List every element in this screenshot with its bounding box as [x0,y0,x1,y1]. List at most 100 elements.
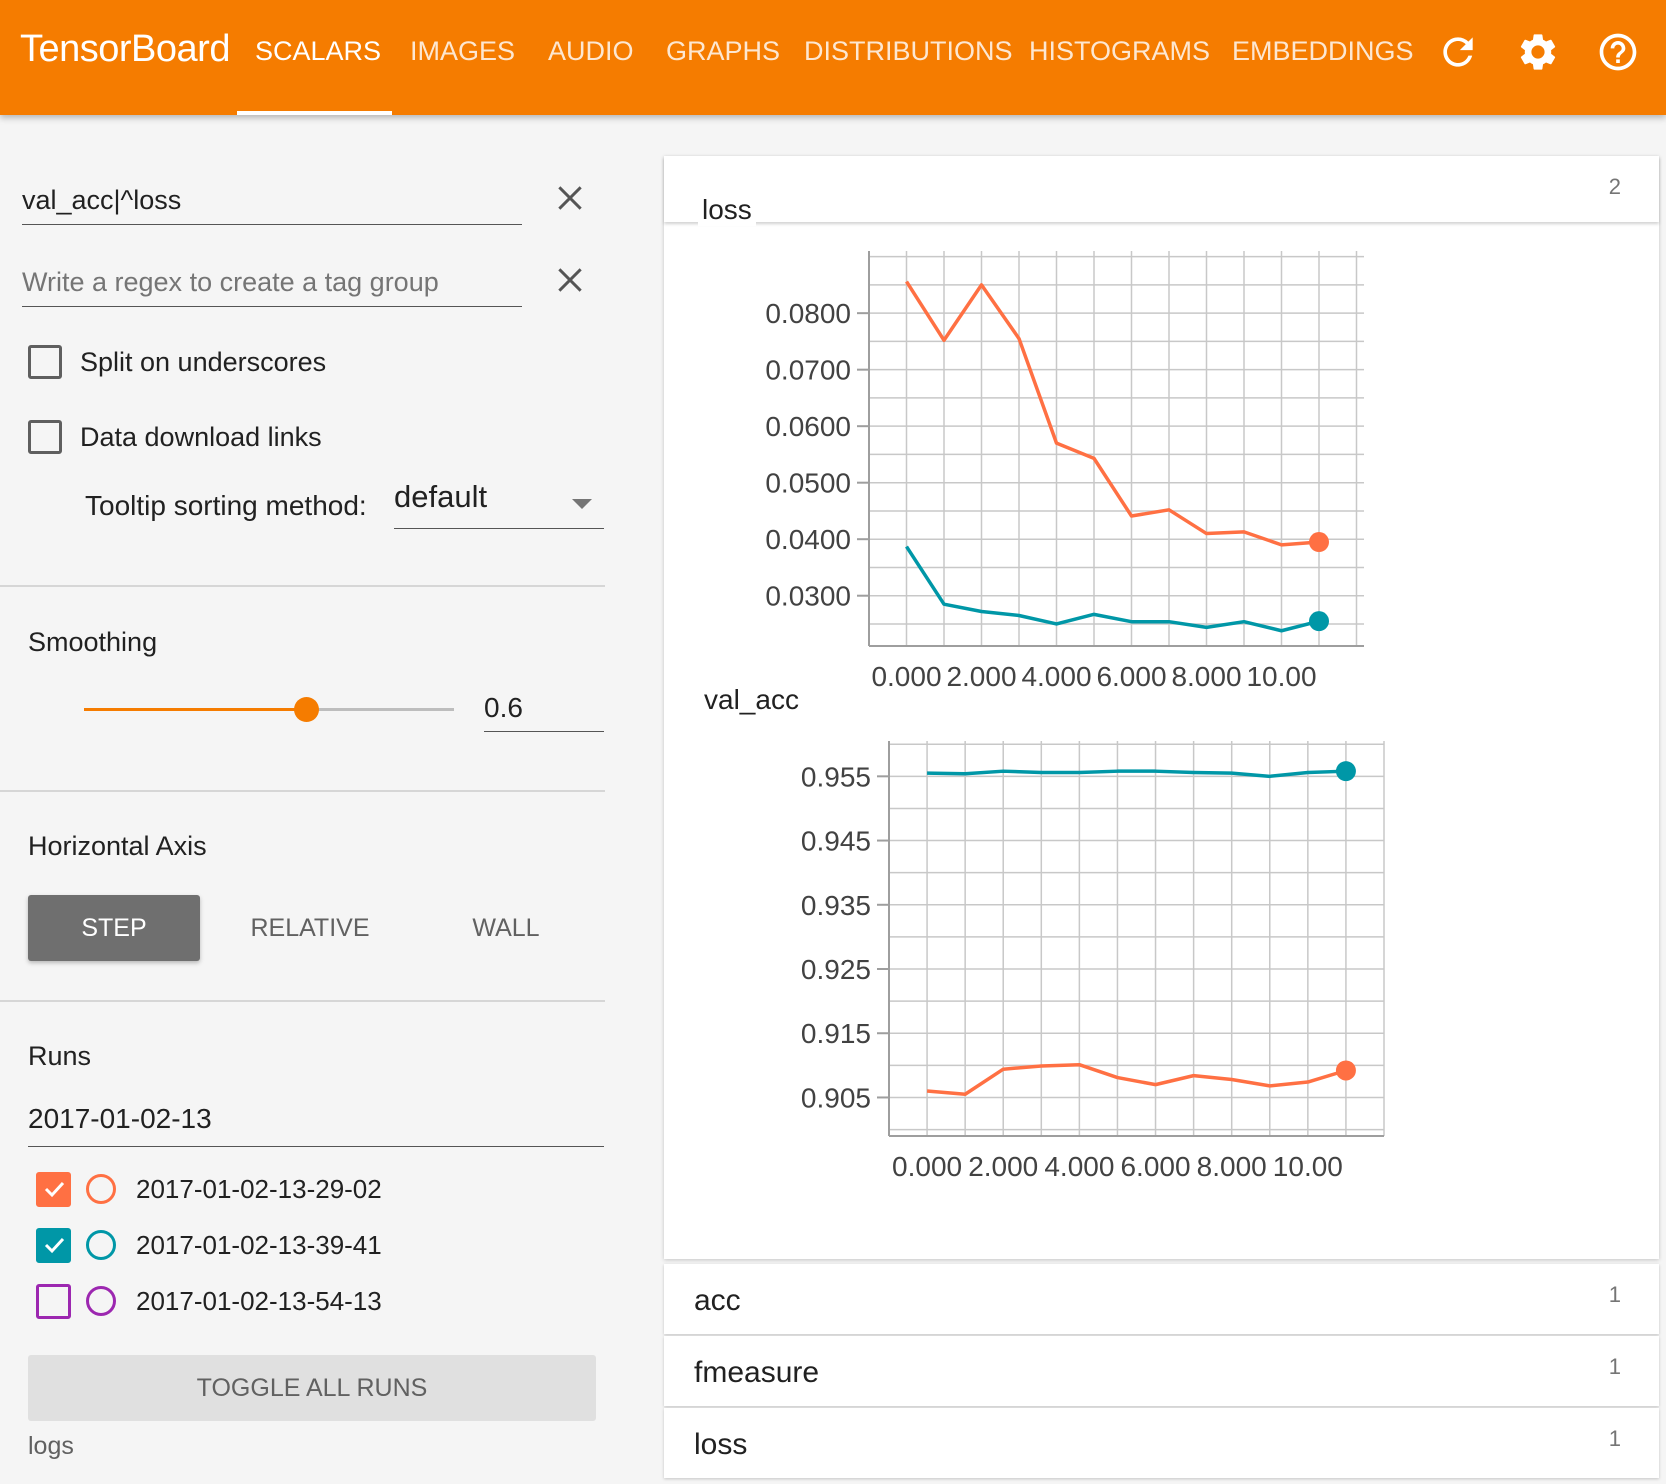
active-tab-indicator [237,111,392,115]
x-tick-label: 10.00 [1246,661,1316,692]
smoothing-value-field[interactable]: 0.6 [484,680,604,732]
y-tick-label: 0.925 [801,954,871,985]
divider [0,1000,605,1002]
tag-group-input[interactable] [22,267,502,298]
tag-group-count: 1 [1608,1282,1621,1307]
runs-filter-value: 2017-01-02-13 [28,1103,212,1134]
tag-group-count: 2 [1608,174,1621,199]
y-tick-label: 0.0600 [765,411,851,442]
axis-relative-button[interactable]: RELATIVE [224,895,396,961]
split-underscores-label: Split on underscores [80,346,327,377]
axis-wall-button[interactable]: WALL [420,895,592,961]
y-tick-label: 0.0300 [765,581,851,612]
tab-images[interactable]: IMAGES [410,36,515,67]
run-checkbox-checked-icon[interactable] [36,1227,71,1263]
tab-distributions[interactable]: DISTRIBUTIONS [804,36,1013,67]
run-label: 2017-01-02-13-39-41 [136,1229,382,1260]
tag-group-header[interactable]: 2 [664,156,1659,222]
smoothing-slider-knob[interactable] [294,697,319,722]
x-tick-label: 2.000 [968,1151,1038,1182]
series-line [905,280,1320,547]
tab-scalars[interactable]: SCALARS [255,36,381,67]
download-links-label: Data download links [80,421,322,452]
series-endpoint [1335,761,1356,782]
dropdown-arrow-icon [572,499,592,509]
run-item[interactable]: 2017-01-02-13-29-02 [36,1169,382,1209]
y-tick-label: 0.0400 [765,524,851,555]
run-item[interactable]: 2017-01-02-13-54-13 [36,1281,382,1321]
smoothing-slider[interactable] [84,697,454,722]
run-color-circle-icon [86,1174,116,1204]
divider [0,585,605,587]
x-tick-label: 6.000 [1096,661,1166,692]
clear-tag-group-icon[interactable] [554,264,586,296]
run-checkbox-icon[interactable] [36,1283,71,1319]
axis-step-button[interactable]: STEP [28,895,200,961]
logdir-label: logs [28,1432,74,1460]
x-tick-label: 6.000 [1120,1151,1190,1182]
tooltip-sorting-value: default [394,479,488,514]
val-acc-chart[interactable]: 0.955 0.945 0.935 0.925 0.915 0.905 0.000 2.000… [779,741,1399,1211]
y-tick-label: 0.0700 [765,355,851,386]
tab-histograms[interactable]: HISTOGRAMS [1029,36,1210,67]
y-tick-label: 0.955 [801,761,871,792]
x-tick-label: 2.000 [946,661,1016,692]
tab-audio[interactable]: AUDIO [548,36,634,67]
series-endpoint [1335,1060,1356,1081]
tag-group-label: fmeasure [694,1356,820,1389]
y-tick-label: 0.905 [801,1082,871,1113]
tooltip-sorting-select[interactable]: default [394,473,604,529]
split-underscores-checkbox[interactable]: Split on underscores [28,342,326,382]
tag-regex-field [22,175,522,225]
settings-icon[interactable] [1516,30,1560,74]
run-item[interactable]: 2017-01-02-13-39-41 [36,1225,382,1265]
run-color-circle-icon [86,1230,116,1260]
clear-regex-icon[interactable] [554,182,586,214]
toggle-all-runs-button[interactable]: TOGGLE ALL RUNS [28,1355,596,1421]
smoothing-slider-fill [84,708,306,711]
x-tick-label: 8.000 [1197,1151,1267,1182]
tag-group-card: 2 loss 0.0800 0.0700 0.0600 0.0500 0.0400 0.0… [664,156,1659,1259]
checkbox-icon [28,420,62,454]
top-app-bar: TensorBoard SCALARS IMAGES AUDIO GRAPHS … [0,0,1666,115]
sidebar: Split on underscores Data download links… [0,115,610,1484]
x-tick-label: 0.000 [892,1151,962,1182]
run-label: 2017-01-02-13-54-13 [136,1285,382,1316]
tag-group-loss[interactable]: loss 1 [664,1408,1659,1478]
checkmark-icon [44,1181,64,1198]
runs-filter-input[interactable]: 2017-01-02-13 [28,1095,604,1147]
tab-embeddings[interactable]: EMBEDDINGS [1232,36,1414,67]
loss-chart[interactable]: 0.0800 0.0700 0.0600 0.0500 0.0400 0.0300 0.00… [759,251,1379,721]
series-line [927,769,1346,779]
horizontal-axis-title: Horizontal Axis [28,831,207,861]
run-label: 2017-01-02-13-29-02 [136,1173,382,1204]
x-tick-label: 8.000 [1171,661,1241,692]
help-icon[interactable] [1596,30,1640,74]
smoothing-value: 0.6 [484,692,523,723]
series-endpoint [1309,532,1329,553]
y-tick-label: 0.0500 [765,468,851,499]
tag-regex-input[interactable] [22,185,502,216]
app-brand: TensorBoard [20,28,230,70]
run-checkbox-checked-icon[interactable] [36,1171,71,1207]
x-tick-label: 4.000 [1021,661,1091,692]
tag-group-fmeasure[interactable]: fmeasure 1 [664,1336,1659,1406]
refresh-icon[interactable] [1436,30,1480,74]
smoothing-title: Smoothing [28,627,158,657]
download-links-checkbox[interactable]: Data download links [28,417,322,457]
tab-graphs[interactable]: GRAPHS [666,36,780,67]
x-tick-label: 4.000 [1044,1151,1114,1182]
tooltip-sorting-label: Tooltip sorting method: [85,490,367,521]
tag-group-label: acc [694,1284,741,1317]
series-line [905,545,1320,633]
series-line [926,1062,1347,1097]
y-tick-label: 0.945 [801,826,871,857]
tag-group-count: 1 [1608,1354,1621,1379]
runs-title: Runs [28,1041,92,1071]
divider [0,790,605,792]
val-acc-chart-title: val_acc [704,684,799,715]
y-tick-label: 0.915 [801,1018,871,1049]
checkmark-icon [44,1237,64,1254]
x-tick-label: 0.000 [871,661,941,692]
tag-group-acc[interactable]: acc 1 [664,1264,1659,1334]
